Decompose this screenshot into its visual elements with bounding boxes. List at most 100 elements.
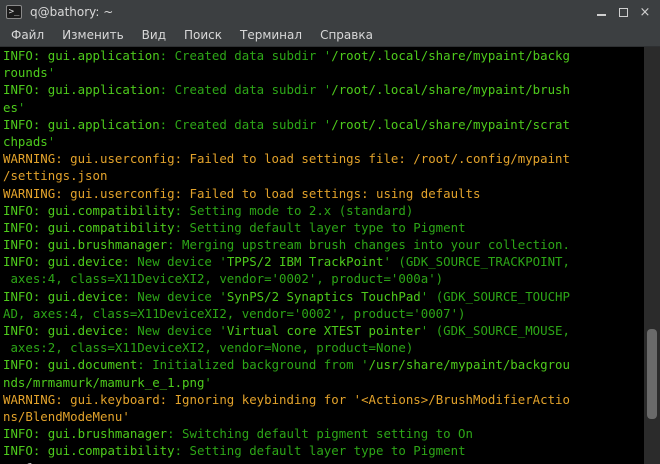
terminal-text: : Failed to load settings: using default… bbox=[174, 185, 481, 201]
terminal-text: INFO: bbox=[3, 48, 48, 63]
terminal-text: /usr/share/mypaint/backgrou bbox=[368, 357, 570, 373]
terminal-text: ' bbox=[17, 99, 26, 115]
terminal-text: TPPS/2 IBM TrackPoint bbox=[226, 254, 384, 270]
terminal-text: nds/mrmamurk/mamurk_e_1.png bbox=[3, 374, 205, 390]
terminal-text: SynPS/2 Synaptics TouchPad bbox=[226, 288, 421, 304]
terminal-line: axes:2, class=X11DeviceXI2, vendor=None,… bbox=[3, 339, 644, 356]
terminal-text: gui.application bbox=[47, 48, 160, 63]
menu-search[interactable]: Поиск bbox=[175, 24, 231, 46]
terminal-window: >_ q@bathory: ~ × Файл Изменить Вид Поис… bbox=[0, 0, 660, 464]
terminal-line: axes:4, class=X11DeviceXI2, vendor='0002… bbox=[3, 270, 644, 287]
terminal-text: INFO: bbox=[3, 426, 48, 442]
terminal-line: ns/BlendModeMenu' bbox=[3, 408, 644, 425]
terminal-text: ' bbox=[47, 65, 56, 81]
terminal-text: rounds bbox=[3, 65, 48, 81]
terminal-text: : Setting default layer type to Pigment bbox=[174, 443, 466, 459]
terminal-text: gui.userconfig bbox=[70, 151, 175, 167]
menu-view[interactable]: Вид bbox=[133, 24, 175, 46]
terminal-line: INFO: gui.brushmanager: Switching defaul… bbox=[3, 425, 644, 442]
menu-help[interactable]: Справка bbox=[311, 24, 382, 46]
terminal-text: INFO: bbox=[3, 254, 48, 270]
terminal-text: ' (GDK_SOURCE_TRACKPOINT, bbox=[383, 254, 570, 270]
terminal-text: : New device ' bbox=[122, 323, 227, 338]
terminal-line: es' bbox=[3, 99, 644, 116]
terminal-text: INFO: bbox=[3, 116, 48, 132]
maximize-button[interactable] bbox=[612, 2, 634, 22]
terminal-text: gui.userconfig bbox=[70, 185, 175, 201]
terminal-text: INFO: bbox=[3, 288, 48, 304]
terminal-line: INFO: gui.device: New device 'TPPS/2 IBM… bbox=[3, 253, 644, 270]
terminal-text: /root/.local/share/mypaint/backg bbox=[331, 48, 570, 63]
terminal-line: AD, axes:4, class=X11DeviceXI2, vendor='… bbox=[3, 305, 644, 322]
scrollbar-thumb[interactable] bbox=[647, 329, 657, 419]
terminal-text: WARNING: bbox=[3, 185, 71, 201]
maximize-icon bbox=[618, 7, 628, 17]
terminal-text: INFO: bbox=[3, 82, 48, 98]
terminal-line: INFO: gui.application: Created data subd… bbox=[3, 116, 644, 133]
terminal-text: gui.compatibility bbox=[47, 443, 175, 459]
terminal-text: gui.application bbox=[47, 82, 160, 98]
terminal-text: : Initialized background from ' bbox=[137, 357, 369, 373]
terminal-line: INFO: gui.compatibility: Setting mode to… bbox=[3, 202, 644, 219]
terminal-text: : Switching default pigment setting to O… bbox=[167, 426, 473, 442]
terminal-text: gui.compatibility bbox=[47, 202, 175, 218]
terminal-text: axes:2, class=X11DeviceXI2, vendor=None,… bbox=[3, 340, 414, 356]
terminal-text: : Merging upstream brush changes into yo… bbox=[167, 237, 570, 253]
terminal-text: /root/.config/mypaint bbox=[413, 151, 570, 167]
terminal-line: INFO: gui.device: New device 'SynPS/2 Sy… bbox=[3, 288, 644, 305]
minimize-button[interactable] bbox=[590, 2, 612, 22]
terminal-line: rounds' bbox=[3, 64, 644, 81]
terminal-text: ns/BlendModeMenu bbox=[3, 408, 123, 424]
terminal-text: ' (GDK_SOURCE_MOUSE, bbox=[420, 323, 570, 338]
terminal-text: ' (GDK_SOURCE_TOUCHP bbox=[420, 288, 570, 304]
terminal-text: ' bbox=[47, 133, 56, 149]
terminal-text: WARNING: bbox=[3, 151, 71, 167]
title-bar[interactable]: >_ q@bathory: ~ × bbox=[0, 0, 660, 24]
menu-file[interactable]: Файл bbox=[0, 24, 53, 46]
terminal-text: gui.brushmanager bbox=[47, 237, 168, 253]
menu-terminal[interactable]: Терминал bbox=[231, 24, 311, 46]
close-button[interactable]: × bbox=[634, 2, 656, 22]
terminal-text: Virtual core XTEST pointer bbox=[226, 323, 421, 338]
terminal-text: /root/.local/share/mypaint/brush bbox=[331, 82, 570, 98]
terminal-text: : New device ' bbox=[122, 288, 227, 304]
terminal-text: /root/.local/share/mypaint/scrat bbox=[331, 116, 570, 132]
terminal-line: WARNING: gui.userconfig: Failed to load … bbox=[3, 150, 644, 167]
terminal-text: gui.document bbox=[47, 357, 138, 373]
terminal-text: : Created data subdir ' bbox=[159, 82, 332, 98]
terminal-text: : Setting mode to 2.x (standard) bbox=[174, 202, 414, 218]
terminal-text: gui.brushmanager bbox=[47, 426, 168, 442]
terminal-text: <Actions>/BrushModifierActio bbox=[361, 391, 570, 407]
terminal-text: : New device ' bbox=[122, 254, 227, 270]
terminal-text: : Setting default layer type to Pigment bbox=[174, 219, 466, 235]
terminal-line: WARNING: gui.keyboard: Ignoring keybindi… bbox=[3, 391, 644, 408]
terminal-line: Ошибка сегментирования bbox=[3, 460, 644, 464]
terminal-text: INFO: bbox=[3, 202, 48, 218]
scrollbar[interactable] bbox=[644, 47, 660, 464]
terminal-text: gui.application bbox=[47, 116, 160, 132]
terminal-text: INFO: bbox=[3, 443, 48, 459]
terminal-text: chpads bbox=[3, 133, 48, 149]
terminal-text: gui.device bbox=[47, 323, 123, 338]
terminal-line: INFO: gui.brushmanager: Merging upstream… bbox=[3, 236, 644, 253]
minimize-icon bbox=[596, 14, 606, 16]
terminal-line: INFO: gui.device: New device 'Virtual co… bbox=[3, 322, 644, 339]
menu-edit[interactable]: Изменить bbox=[53, 24, 133, 46]
terminal-text: INFO: bbox=[3, 323, 48, 338]
terminal-line: WARNING: gui.userconfig: Failed to load … bbox=[3, 185, 644, 202]
terminal-text: gui.device bbox=[47, 254, 123, 270]
terminal-text: WARNING: bbox=[3, 391, 71, 407]
terminal-text: gui.keyboard bbox=[70, 391, 160, 407]
terminal-line: chpads' bbox=[3, 133, 644, 150]
terminal-output[interactable]: INFO: gui.application: Created data subd… bbox=[0, 47, 644, 464]
terminal-text: axes:4, class=X11DeviceXI2, vendor='0002… bbox=[3, 271, 444, 287]
terminal-line: INFO: gui.document: Initialized backgrou… bbox=[3, 356, 644, 373]
terminal-text: ' bbox=[122, 408, 130, 424]
terminal-text: gui.compatibility bbox=[47, 219, 175, 235]
terminal-text: : Failed to load settings file: bbox=[174, 151, 414, 167]
terminal-line: INFO: gui.compatibility: Setting default… bbox=[3, 219, 644, 236]
terminal-line: INFO: gui.compatibility: Setting default… bbox=[3, 442, 644, 459]
window-title: q@bathory: ~ bbox=[30, 5, 114, 19]
terminal-text: gui.device bbox=[47, 288, 123, 304]
menu-bar: Файл Изменить Вид Поиск Терминал Справка bbox=[0, 24, 660, 47]
